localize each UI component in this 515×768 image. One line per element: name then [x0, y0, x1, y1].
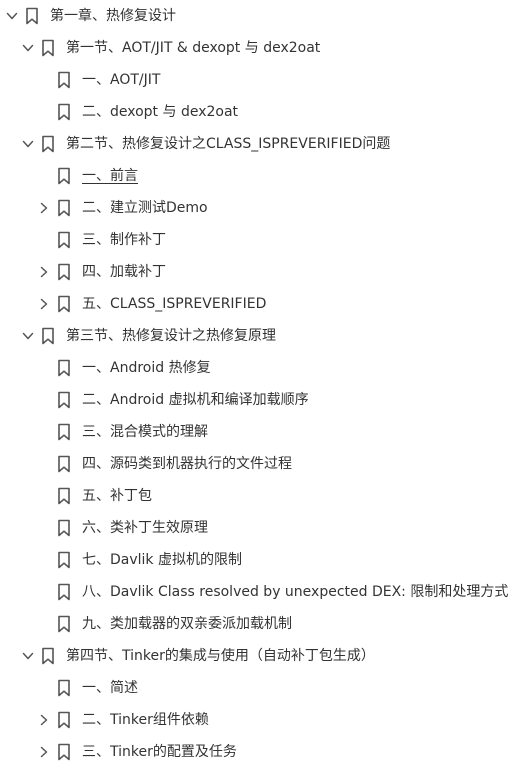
outline-item-label: 二、dexopt 与 dex2oat — [82, 104, 239, 120]
outline-item-label: 六、类补丁生效原理 — [82, 520, 208, 536]
outline-item[interactable]: 第四节、Tinker的集成与使用（自动补丁包生成） — [0, 640, 515, 672]
bookmark-icon — [56, 518, 72, 538]
bookmark-outline: 第一章、热修复设计第一节、AOT/JIT & dexopt 与 dex2oat 一… — [0, 0, 515, 768]
bookmark-icon — [56, 678, 72, 698]
outline-item[interactable]: 九、类加载器的双亲委派加载机制 — [0, 608, 515, 640]
bookmark-icon — [40, 326, 56, 346]
bookmark-icon — [56, 198, 72, 218]
outline-item-label: 第四节、Tinker的集成与使用（自动补丁包生成） — [66, 648, 375, 664]
chevron-right-icon[interactable] — [36, 744, 52, 760]
bookmark-icon — [56, 294, 72, 314]
outline-item-label: 第三节、热修复设计之热修复原理 — [66, 328, 276, 344]
outline-item-label: 一、AOT/JIT — [82, 72, 161, 88]
bookmark-icon — [40, 38, 56, 58]
outline-item[interactable]: 一、简述 — [0, 672, 515, 704]
bookmark-icon — [56, 710, 72, 730]
chevron-right-icon[interactable] — [36, 200, 52, 216]
chevron-down-icon[interactable] — [20, 328, 36, 344]
outline-item[interactable]: 三、Tinker的配置及任务 — [0, 736, 515, 768]
outline-item[interactable]: 一、Android 热修复 — [0, 352, 515, 384]
outline-item[interactable]: 二、建立测试Demo — [0, 192, 515, 224]
outline-item[interactable]: 二、dexopt 与 dex2oat — [0, 96, 515, 128]
outline-item-label: 五、补丁包 — [82, 488, 152, 504]
outline-item[interactable]: 五、补丁包 — [0, 480, 515, 512]
outline-item-label: 二、Android 虚拟机和编译加载顺序 — [82, 392, 309, 408]
outline-item[interactable]: 第三节、热修复设计之热修复原理 — [0, 320, 515, 352]
bookmark-icon — [56, 358, 72, 378]
outline-item[interactable]: 二、Android 虚拟机和编译加载顺序 — [0, 384, 515, 416]
bookmark-icon — [40, 134, 56, 154]
outline-item-label: 一、Android 热修复 — [82, 360, 211, 376]
outline-item-label: 九、类加载器的双亲委派加载机制 — [82, 616, 292, 632]
bookmark-icon — [56, 614, 72, 634]
outline-item-label: 三、制作补丁 — [82, 232, 166, 248]
outline-item-label: 一、简述 — [82, 680, 138, 696]
outline-item-label: 二、Tinker组件依赖 — [82, 712, 209, 728]
outline-item-label: 第一章、热修复设计 — [50, 8, 176, 24]
bookmark-icon — [56, 742, 72, 762]
outline-item-label: 三、Tinker的配置及任务 — [82, 744, 237, 760]
bookmark-icon — [56, 70, 72, 90]
outline-item-label: 二、建立测试Demo — [82, 200, 208, 216]
outline-item-label: 第一节、AOT/JIT & dexopt 与 dex2oat — [66, 40, 321, 56]
outline-item[interactable]: 四、加载补丁 — [0, 256, 515, 288]
chevron-down-icon[interactable] — [20, 40, 36, 56]
chevron-down-icon[interactable] — [20, 136, 36, 152]
bookmark-icon — [56, 262, 72, 282]
bookmark-icon — [56, 102, 72, 122]
outline-item[interactable]: 五、CLASS_ISPREVERIFIED — [0, 288, 515, 320]
bookmark-icon — [56, 486, 72, 506]
chevron-right-icon[interactable] — [36, 296, 52, 312]
bookmark-icon — [24, 6, 40, 26]
outline-item-label: 五、CLASS_ISPREVERIFIED — [82, 296, 267, 312]
chevron-right-icon[interactable] — [36, 264, 52, 280]
bookmark-icon — [56, 550, 72, 570]
bookmark-icon — [56, 422, 72, 442]
outline-item[interactable]: 第一章、热修复设计 — [0, 0, 515, 32]
chevron-right-icon[interactable] — [36, 712, 52, 728]
outline-item[interactable]: 第一节、AOT/JIT & dexopt 与 dex2oat — [0, 32, 515, 64]
outline-item[interactable]: 六、类补丁生效原理 — [0, 512, 515, 544]
outline-item[interactable]: 三、混合模式的理解 — [0, 416, 515, 448]
outline-item-label: 八、Davlik Class resolved by unexpected DE… — [82, 584, 509, 600]
chevron-down-icon[interactable] — [4, 8, 20, 24]
outline-item[interactable]: 八、Davlik Class resolved by unexpected DE… — [0, 576, 515, 608]
outline-item-label: 一、前言 — [82, 168, 138, 184]
outline-item[interactable]: 一、前言 — [0, 160, 515, 192]
outline-item-label: 七、Davlik 虚拟机的限制 — [82, 552, 242, 568]
outline-item-label: 四、源码类到机器执行的文件过程 — [82, 456, 292, 472]
bookmark-icon — [56, 582, 72, 602]
outline-item[interactable]: 四、源码类到机器执行的文件过程 — [0, 448, 515, 480]
bookmark-icon — [56, 454, 72, 474]
bookmark-icon — [56, 166, 72, 186]
bookmark-icon — [56, 230, 72, 250]
outline-item-label: 四、加载补丁 — [82, 264, 166, 280]
outline-item[interactable]: 二、Tinker组件依赖 — [0, 704, 515, 736]
outline-item[interactable]: 第二节、热修复设计之CLASS_ISPREVERIFIED问题 — [0, 128, 515, 160]
outline-item[interactable]: 一、AOT/JIT — [0, 64, 515, 96]
outline-item-label: 第二节、热修复设计之CLASS_ISPREVERIFIED问题 — [66, 136, 391, 152]
outline-item[interactable]: 七、Davlik 虚拟机的限制 — [0, 544, 515, 576]
chevron-down-icon[interactable] — [20, 648, 36, 664]
bookmark-icon — [40, 646, 56, 666]
outline-item[interactable]: 三、制作补丁 — [0, 224, 515, 256]
bookmark-icon — [56, 390, 72, 410]
outline-item-label: 三、混合模式的理解 — [82, 424, 208, 440]
